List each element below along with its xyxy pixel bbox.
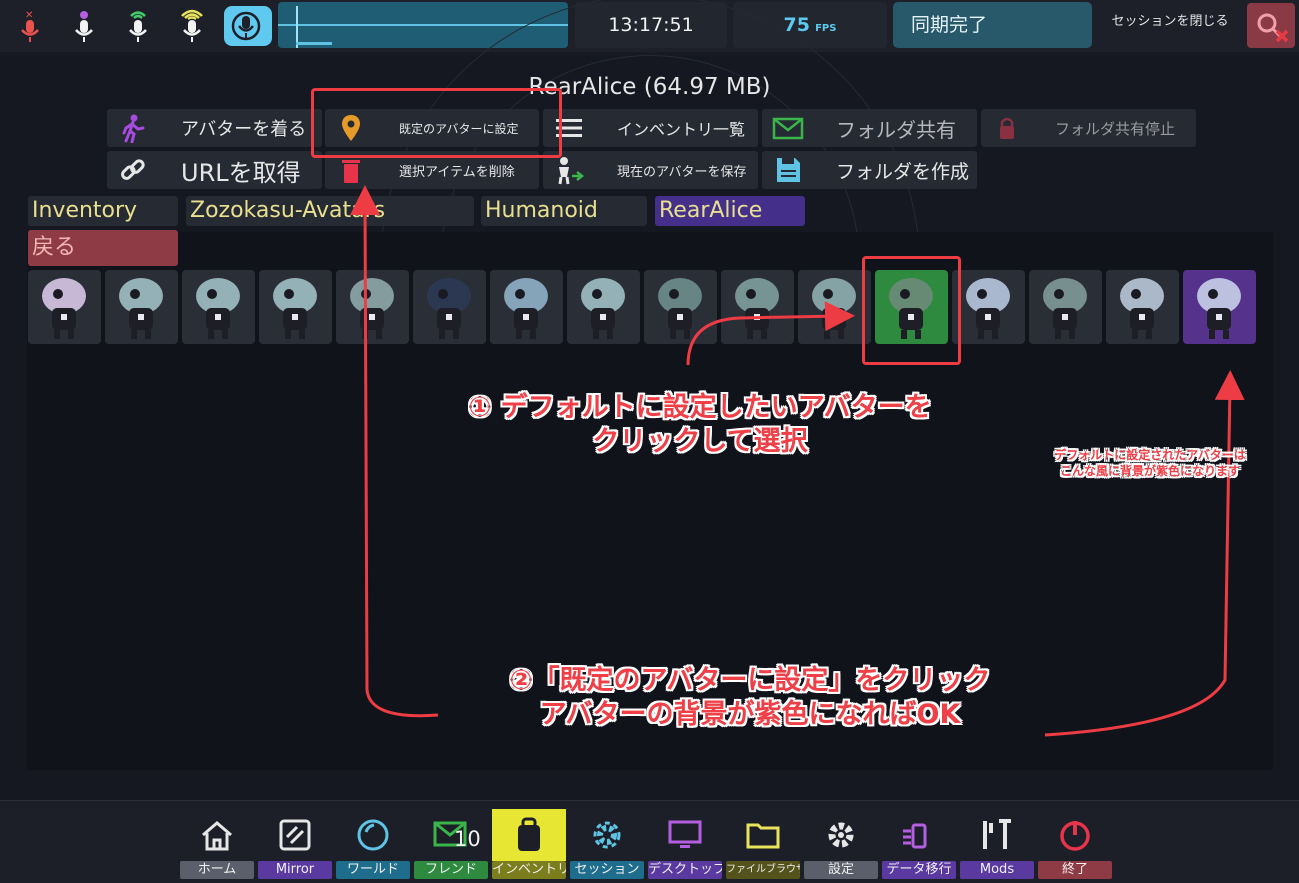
dock-settings-button[interactable]: 設定 bbox=[804, 809, 878, 881]
mic-whisper-icon[interactable] bbox=[62, 6, 106, 46]
folder-share-label: フォルダ共有 bbox=[836, 117, 956, 142]
dock-label: フレンド bbox=[414, 861, 488, 879]
dock-label: 設定 bbox=[804, 861, 878, 879]
dock-label: セッション bbox=[570, 861, 644, 879]
dock-label: ホーム bbox=[180, 861, 254, 879]
lock-icon bbox=[981, 109, 1033, 147]
dock-label: Mirror bbox=[258, 861, 332, 879]
step1-line1: ① デフォルトに設定したいアバターを bbox=[468, 392, 932, 423]
set-default-highlight bbox=[311, 88, 562, 158]
dock-label: Mods bbox=[960, 861, 1034, 879]
mic-muted-icon[interactable]: ✕ bbox=[8, 6, 52, 46]
wear-avatar-button[interactable]: アバターを着る bbox=[107, 109, 322, 147]
breadcrumb-zozokasu-avatars[interactable]: Zozokasu-Avatars bbox=[186, 196, 474, 226]
step2-line1: ②「既定のアバターに設定」をクリック bbox=[509, 665, 991, 696]
mirror-icon bbox=[258, 809, 332, 861]
step2-line2: アバターの背景が紫色になればOK bbox=[539, 698, 961, 730]
inventory-list-label: インベントリ一覧 bbox=[617, 120, 746, 139]
walking-person-icon bbox=[107, 109, 159, 147]
avatar-thumbnail[interactable] bbox=[105, 270, 178, 344]
svg-text:✕: ✕ bbox=[25, 10, 33, 21]
quit-icon bbox=[1038, 809, 1112, 861]
dock-data-migration-button[interactable]: データ移行 bbox=[882, 809, 956, 881]
dock-file-browser-button[interactable]: ファイルブラウザ bbox=[726, 809, 800, 881]
step1-annotation: ① デフォルトに設定したいアバターを クリックして選択 bbox=[420, 391, 980, 459]
save-current-avatar-button[interactable]: 現在のアバターを保存 bbox=[543, 151, 758, 189]
avatar-title: RearAlice (64.97 MB) bbox=[528, 74, 771, 100]
dock-label: デスクトップ bbox=[648, 861, 722, 879]
envelope-icon bbox=[762, 109, 814, 147]
floppy-disk-icon bbox=[762, 151, 814, 189]
avatar-thumbnail[interactable] bbox=[1106, 270, 1179, 344]
dock-friends-button[interactable]: 10 フレンド bbox=[414, 809, 488, 881]
breadcrumb-inventory[interactable]: Inventory bbox=[28, 196, 178, 226]
delete-selected-label: 選択アイテムを削除 bbox=[399, 164, 515, 180]
side-line2: こんな風に背景が紫色になります bbox=[1059, 463, 1240, 478]
inventory-list-button[interactable]: インベントリ一覧 bbox=[543, 109, 758, 147]
fps-unit: FPS bbox=[815, 23, 837, 34]
wear-avatar-label: アバターを着る bbox=[181, 119, 307, 140]
friends-count-badge: 10 bbox=[454, 827, 481, 851]
stop-folder-share-button[interactable]: フォルダ共有停止 bbox=[981, 109, 1196, 147]
inventory-icon bbox=[492, 809, 566, 861]
avatar-thumbnail[interactable] bbox=[336, 270, 409, 344]
avatar-thumbnail[interactable] bbox=[721, 270, 794, 344]
save-current-avatar-label: 現在のアバターを保存 bbox=[617, 164, 747, 180]
breadcrumb-rearalice[interactable]: RearAlice bbox=[655, 196, 805, 226]
create-folder-label: フォルダを作成 bbox=[836, 160, 970, 183]
dock-label: ワールド bbox=[336, 861, 410, 879]
default-explanation-annotation: デフォルトに設定されたアバターは こんな風に背景が紫色になります bbox=[1005, 448, 1295, 479]
avatar-thumbnail[interactable] bbox=[644, 270, 717, 344]
sync-status: 同期完了 bbox=[893, 2, 1092, 48]
dock-quit-button[interactable]: 終了 bbox=[1038, 809, 1112, 881]
avatar-thumbnail[interactable] bbox=[490, 270, 563, 344]
avatar-thumbnail[interactable] bbox=[798, 270, 871, 344]
dock-label: インベントリ bbox=[492, 861, 566, 879]
step1-line2: クリックして選択 bbox=[592, 425, 808, 457]
mic-broadcast-icon[interactable] bbox=[224, 6, 272, 46]
mods-icon bbox=[960, 809, 1034, 861]
breadcrumb-humanoid[interactable]: Humanoid bbox=[481, 196, 647, 226]
stop-folder-share-label: フォルダ共有停止 bbox=[1055, 119, 1176, 138]
create-folder-button[interactable]: フォルダを作成 bbox=[762, 151, 977, 189]
avatar-thumbnail[interactable] bbox=[567, 270, 640, 344]
data-migration-icon bbox=[882, 809, 956, 861]
avatar-thumbnail[interactable] bbox=[1183, 270, 1256, 344]
avatar-thumbnail[interactable] bbox=[952, 270, 1025, 344]
dock-label: 終了 bbox=[1038, 861, 1112, 879]
get-url-label: URLを取得 bbox=[181, 158, 301, 187]
step2-annotation: ②「既定のアバターに設定」をクリック アバターの背景が紫色になればOK bbox=[440, 664, 1060, 732]
mic-normal-icon[interactable] bbox=[116, 6, 160, 46]
dock-mirror-button[interactable]: Mirror bbox=[258, 809, 332, 881]
dock-label: ファイルブラウザ bbox=[726, 861, 800, 879]
mic-shout-icon[interactable] bbox=[170, 6, 214, 46]
avatar-thumbnail[interactable] bbox=[28, 270, 101, 344]
side-line1: デフォルトに設定されたアバターは bbox=[1054, 448, 1246, 462]
settings-icon bbox=[804, 809, 878, 861]
link-icon bbox=[107, 151, 159, 189]
home-icon bbox=[180, 809, 254, 861]
dock-inventory-button[interactable]: インベントリ bbox=[492, 809, 566, 881]
back-button[interactable]: 戻る bbox=[28, 230, 178, 266]
dock-mods-button[interactable]: Mods bbox=[960, 809, 1034, 881]
get-url-button[interactable]: URLを取得 bbox=[107, 151, 322, 189]
dock-label: データ移行 bbox=[882, 861, 956, 879]
avatar-thumbnail[interactable] bbox=[259, 270, 332, 344]
folder-share-button[interactable]: フォルダ共有 bbox=[762, 109, 977, 147]
selected-avatar-highlight bbox=[862, 256, 961, 365]
avatar-thumbnail[interactable] bbox=[182, 270, 255, 344]
dock-session-button[interactable]: セッション bbox=[570, 809, 644, 881]
dock-world-button[interactable]: ワールド bbox=[336, 809, 410, 881]
world-icon bbox=[336, 809, 410, 861]
dock-home-button[interactable]: ホーム bbox=[180, 809, 254, 881]
bottom-dock: ホーム Mirror ワールド 10 フレンド インベントリ セッション デスクトップ ファイル… bbox=[0, 800, 1299, 883]
avatar-thumbnail[interactable] bbox=[413, 270, 486, 344]
exit-session-icon[interactable] bbox=[1247, 3, 1295, 48]
close-session-button[interactable]: セッションを閉じる bbox=[1100, 2, 1240, 48]
session-icon bbox=[570, 809, 644, 861]
file-browser-icon bbox=[726, 809, 800, 861]
avatar-thumbnail[interactable] bbox=[1029, 270, 1102, 344]
dock-desktop-button[interactable]: デスクトップ bbox=[648, 809, 722, 881]
desktop-icon bbox=[648, 809, 722, 861]
